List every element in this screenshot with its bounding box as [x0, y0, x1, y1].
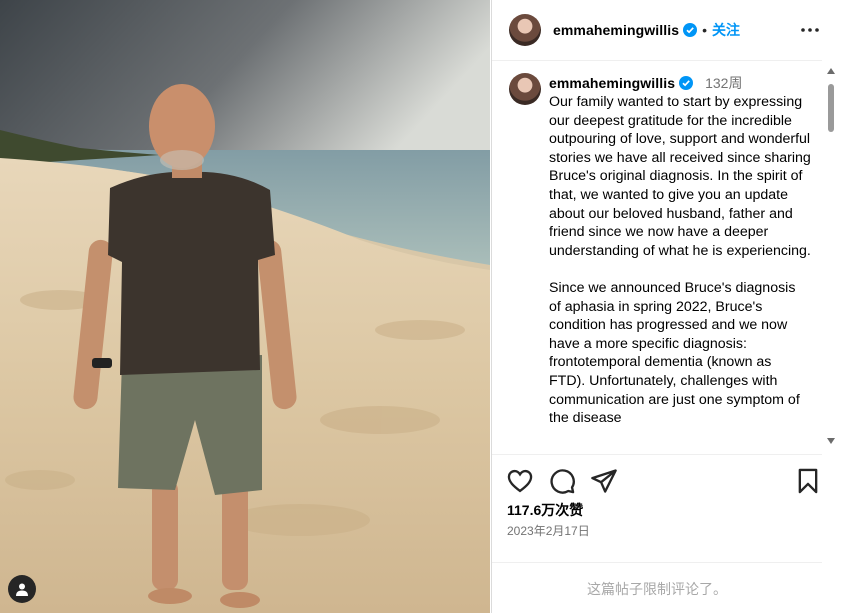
instagram-post-window: emmahemingwillis • 关注 emmahemingwillis 1… [0, 0, 868, 613]
caption-scrollbar[interactable] [825, 66, 837, 446]
caption-section: emmahemingwillis 132周 Our family wanted … [492, 61, 822, 453]
bookmark-icon[interactable] [794, 467, 822, 495]
caption-username[interactable]: emmahemingwillis [549, 75, 675, 91]
separator-dot: • [702, 22, 707, 38]
scroll-thumb[interactable] [828, 84, 834, 132]
more-options-icon[interactable] [798, 20, 822, 40]
beach-photo [0, 0, 490, 613]
verified-badge-icon [679, 76, 694, 90]
author-username[interactable]: emmahemingwillis [553, 22, 679, 38]
post-header: emmahemingwillis • 关注 [492, 0, 822, 61]
verified-badge-icon [683, 23, 698, 37]
post-side-panel: emmahemingwillis • 关注 emmahemingwillis 1… [491, 0, 868, 613]
caption-header: emmahemingwillis 132周 [549, 73, 742, 93]
comment-icon[interactable] [548, 467, 576, 495]
post-date[interactable]: 2023年2月17日 [507, 522, 590, 539]
post-photo[interactable] [0, 0, 490, 613]
heart-icon[interactable] [506, 467, 534, 495]
caption-avatar[interactable] [509, 73, 541, 105]
scroll-down-arrow-icon[interactable] [827, 438, 835, 444]
post-age[interactable]: 132周 [705, 73, 742, 93]
share-icon[interactable] [590, 467, 618, 495]
user-tag-icon[interactable] [8, 575, 36, 603]
likes-count[interactable]: 117.6万次赞 [507, 500, 583, 520]
follow-button[interactable]: 关注 [712, 20, 740, 40]
author-avatar[interactable] [509, 14, 541, 46]
scroll-up-arrow-icon[interactable] [827, 68, 835, 74]
comments-limited-notice: 这篇帖子限制评论了。 [492, 562, 822, 614]
caption-text: Our family wanted to start by expressing… [549, 94, 811, 427]
